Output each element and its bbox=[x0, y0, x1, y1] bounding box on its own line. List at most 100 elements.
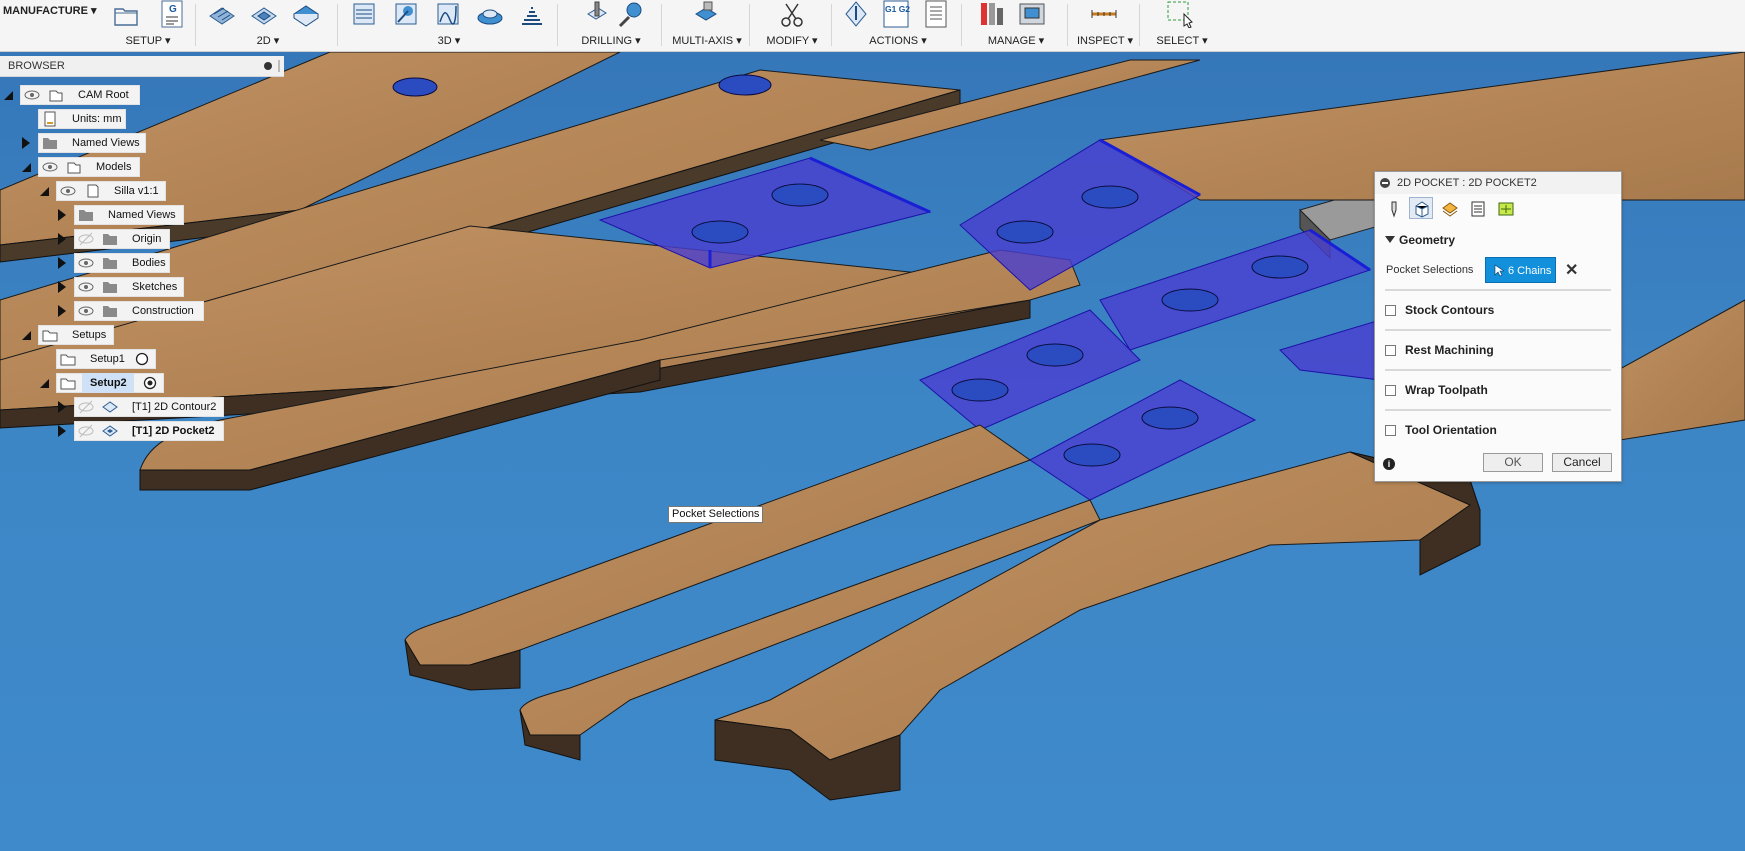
post-process-icon[interactable]: G1 G2 bbox=[882, 0, 910, 28]
collapse-triangle-icon[interactable] bbox=[22, 163, 31, 172]
visibility-eye-icon[interactable] bbox=[42, 159, 58, 175]
actions-group-label[interactable]: ACTIONS ▾ bbox=[834, 34, 962, 47]
radio-active-icon[interactable] bbox=[142, 375, 158, 391]
heights-tab-icon[interactable] bbox=[1437, 197, 1461, 219]
drill-icon[interactable] bbox=[582, 0, 610, 28]
collapse-triangle-icon[interactable] bbox=[22, 331, 31, 340]
2d-pocket-icon[interactable] bbox=[250, 0, 278, 28]
rest-machining-checkbox[interactable] bbox=[1385, 345, 1396, 356]
expand-triangle-icon[interactable] bbox=[58, 305, 66, 317]
visibility-eye-icon[interactable] bbox=[78, 303, 94, 319]
probe-icon[interactable] bbox=[616, 0, 644, 28]
visibility-eye-icon[interactable] bbox=[60, 183, 76, 199]
tool-orientation-checkbox[interactable] bbox=[1385, 425, 1396, 436]
2d-adaptive-icon[interactable] bbox=[208, 0, 236, 28]
rest-machining-section[interactable]: Rest Machining bbox=[1385, 343, 1611, 361]
expand-triangle-icon[interactable] bbox=[22, 137, 30, 149]
select-group-label[interactable]: SELECT ▾ bbox=[1142, 34, 1222, 47]
tool-tab-icon[interactable] bbox=[1381, 197, 1405, 219]
cancel-button[interactable]: Cancel bbox=[1552, 453, 1612, 472]
simulate-icon[interactable] bbox=[842, 0, 870, 28]
expand-triangle-icon[interactable] bbox=[58, 233, 66, 245]
tree-node-cam-root[interactable]: CAM Root bbox=[0, 85, 140, 105]
visibility-eye-icon[interactable] bbox=[78, 255, 94, 271]
expand-triangle-icon[interactable] bbox=[58, 257, 66, 269]
measure-icon[interactable] bbox=[1090, 0, 1118, 28]
window-select-icon[interactable] bbox=[1166, 0, 1194, 28]
tree-node-origin[interactable]: Origin bbox=[0, 229, 170, 249]
visibility-hidden-icon[interactable] bbox=[78, 399, 94, 415]
wrap-toolpath-section[interactable]: Wrap Toolpath bbox=[1385, 383, 1611, 401]
expand-triangle-icon[interactable] bbox=[58, 209, 66, 221]
tree-node-bodies[interactable]: Bodies bbox=[0, 253, 170, 273]
nc-program-icon[interactable]: G bbox=[158, 0, 186, 28]
tree-node-2d-pocket2[interactable]: [T1] 2D Pocket2 bbox=[0, 421, 224, 441]
info-icon[interactable]: i bbox=[1383, 458, 1395, 470]
stock-contours-section[interactable]: Stock Contours bbox=[1385, 303, 1611, 321]
radial-icon[interactable] bbox=[476, 0, 504, 28]
setup-sheet-icon[interactable] bbox=[922, 0, 950, 28]
tool-orientation-section[interactable]: Tool Orientation bbox=[1385, 423, 1611, 441]
tree-node-setups[interactable]: Setups bbox=[0, 325, 114, 345]
spiral-icon[interactable] bbox=[518, 0, 546, 28]
3d-group-label[interactable]: 3D ▾ bbox=[340, 34, 558, 47]
machine-icon[interactable] bbox=[1018, 0, 1046, 28]
pocket-selections-button[interactable]: 6 Chains bbox=[1485, 257, 1556, 283]
visibility-hidden-icon[interactable] bbox=[78, 231, 94, 247]
tree-node-named-views-2[interactable]: Named Views bbox=[0, 205, 184, 225]
ok-button[interactable]: OK bbox=[1483, 453, 1543, 472]
tree-node-2d-contour2[interactable]: [T1] 2D Contour2 bbox=[0, 397, 224, 417]
tree-node-construction[interactable]: Construction bbox=[0, 301, 204, 321]
manage-group-label[interactable]: MANAGE ▾ bbox=[964, 34, 1068, 47]
setup-icon bbox=[60, 354, 76, 366]
workspace-switcher[interactable]: MANUFACTURE ▾ bbox=[0, 0, 101, 22]
browser-collapse-icon[interactable] bbox=[264, 62, 272, 70]
browser-panel-header[interactable]: BROWSER bbox=[0, 56, 284, 77]
visibility-hidden-icon[interactable] bbox=[78, 423, 94, 439]
modify-group-label[interactable]: MODIFY ▾ bbox=[752, 34, 832, 47]
face-icon[interactable] bbox=[292, 0, 320, 28]
collapse-triangle-icon[interactable] bbox=[40, 379, 49, 388]
setup-group-label[interactable]: SETUP ▾ bbox=[100, 34, 196, 47]
tree-node-models[interactable]: Models bbox=[0, 157, 140, 177]
dialog-titlebar[interactable]: 2D POCKET : 2D POCKET2 bbox=[1375, 172, 1621, 194]
chevron-down-icon bbox=[1385, 236, 1395, 243]
passes-tab-icon[interactable] bbox=[1465, 197, 1489, 219]
clear-selection-icon[interactable]: ✕ bbox=[1565, 260, 1578, 280]
visibility-eye-icon[interactable] bbox=[24, 87, 40, 103]
2d-group-label[interactable]: 2D ▾ bbox=[198, 34, 338, 47]
browser-resize-handle[interactable] bbox=[278, 60, 280, 72]
multi-axis-group-label[interactable]: MULTI-AXIS ▾ bbox=[664, 34, 750, 47]
collapse-triangle-icon[interactable] bbox=[40, 187, 49, 196]
geometry-tab-icon[interactable] bbox=[1409, 197, 1433, 219]
stock-contours-checkbox[interactable] bbox=[1385, 305, 1396, 316]
setup-folder-icon[interactable] bbox=[112, 0, 140, 28]
parallel-icon[interactable] bbox=[434, 0, 462, 28]
tool-library-icon[interactable] bbox=[978, 0, 1006, 28]
collapse-triangle-icon[interactable] bbox=[4, 91, 13, 100]
3d-adaptive-icon[interactable] bbox=[350, 0, 378, 28]
tree-node-units[interactable]: Units: mm bbox=[0, 109, 126, 129]
linking-tab-icon[interactable] bbox=[1493, 197, 1517, 219]
multi-axis-icon[interactable] bbox=[692, 0, 720, 28]
expand-triangle-icon[interactable] bbox=[58, 401, 66, 413]
tree-node-sketches[interactable]: Sketches bbox=[0, 277, 184, 297]
folder-icon bbox=[79, 210, 93, 221]
tree-node-setup2[interactable]: Setup2 bbox=[0, 373, 164, 393]
dialog-close-icon[interactable] bbox=[1380, 178, 1390, 188]
expand-triangle-icon[interactable] bbox=[58, 281, 66, 293]
inspect-group-label[interactable]: INSPECT ▾ bbox=[1070, 34, 1140, 47]
tree-node-setup1[interactable]: Setup1 bbox=[0, 349, 156, 369]
radio-empty-icon[interactable] bbox=[134, 351, 150, 367]
tree-node-label: Units: mm bbox=[72, 113, 122, 125]
expand-triangle-icon[interactable] bbox=[58, 425, 66, 437]
3d-pocket-icon[interactable] bbox=[392, 0, 420, 28]
wrap-toolpath-checkbox[interactable] bbox=[1385, 385, 1396, 396]
visibility-eye-icon[interactable] bbox=[78, 279, 94, 295]
tree-node-silla[interactable]: Silla v1:1 bbox=[0, 181, 166, 201]
tree-node-named-views[interactable]: Named Views bbox=[0, 133, 146, 153]
drilling-group-label[interactable]: DRILLING ▾ bbox=[560, 34, 662, 47]
modify-tools-icon[interactable] bbox=[778, 0, 806, 28]
2d-pocket-op-icon bbox=[102, 425, 118, 437]
manage-group: MANAGE ▾ bbox=[964, 0, 1068, 51]
